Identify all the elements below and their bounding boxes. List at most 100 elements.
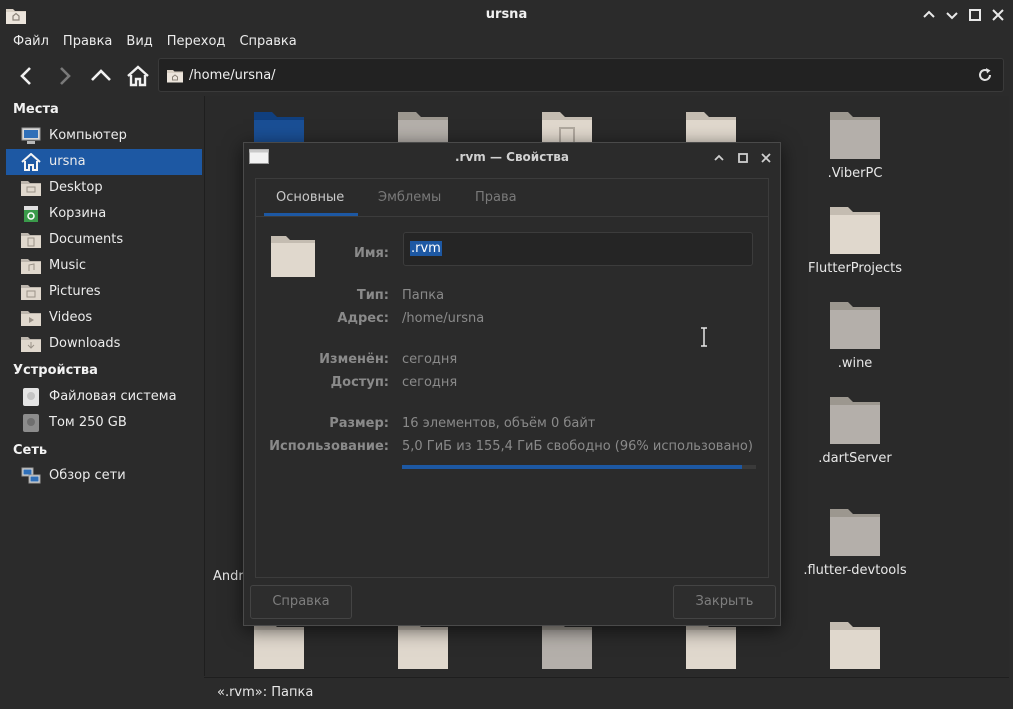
dialog-content: Основные Эмблемы Права Имя: .rvm Тип: Па…: [255, 178, 769, 578]
modified-label: Изменён:: [319, 352, 389, 367]
usage-value: 5,0 ГиБ из 155,4 ГиБ свободно (96% испол…: [402, 439, 753, 454]
menu-edit[interactable]: Правка: [56, 30, 119, 54]
file-name[interactable]: Andr: [213, 569, 244, 584]
menu-view[interactable]: Вид: [119, 30, 159, 54]
minimize-window-icon[interactable]: [713, 152, 725, 164]
videos-folder-icon: [21, 311, 41, 326]
name-label: Имя:: [353, 246, 389, 261]
help-button[interactable]: Справка: [250, 585, 352, 619]
type-value: Папка: [402, 288, 445, 303]
folder-icon: [830, 509, 880, 556]
sidebar-item-music[interactable]: Music: [6, 253, 202, 279]
sidebar-item-label: Обзор сети: [49, 468, 126, 483]
close-window-icon[interactable]: [991, 8, 1005, 22]
tab-general[interactable]: Основные: [276, 190, 344, 205]
folder-item[interactable]: .dartServer: [795, 393, 915, 466]
file-name: .dartServer: [818, 451, 892, 466]
trash-icon: [24, 206, 38, 222]
folder-item[interactable]: .flutter-devtools: [795, 505, 915, 578]
file-name: .ViberPC: [827, 166, 883, 181]
sidebar-item-label: Music: [49, 258, 86, 273]
name-input[interactable]: .rvm: [403, 232, 753, 266]
sidebar-item-computer[interactable]: Компьютер: [6, 123, 202, 149]
folder-item[interactable]: .wine: [795, 298, 915, 371]
name-value: .rvm: [410, 241, 442, 256]
folder-item[interactable]: FlutterProjects: [795, 203, 915, 276]
forward-icon[interactable]: [52, 64, 76, 88]
menu-help[interactable]: Справка: [232, 30, 303, 54]
tab-emblems[interactable]: Эмблемы: [378, 190, 441, 205]
window-titlebar[interactable]: ursna: [0, 0, 1013, 30]
sidebar-item-downloads[interactable]: Downloads: [6, 331, 202, 357]
menu-file[interactable]: Файл: [6, 30, 56, 54]
sidebar-item-ursna[interactable]: ursna: [6, 149, 202, 175]
access-value: сегодня: [402, 375, 458, 390]
network-heading: Сеть: [13, 443, 48, 458]
folder-icon: [271, 236, 315, 277]
places-heading: Места: [13, 102, 59, 117]
sidebar-item-network[interactable]: Обзор сети: [6, 463, 202, 489]
menubar: Файл Правка Вид Переход Справка: [0, 30, 1013, 54]
minimize-window-icon[interactable]: [922, 8, 936, 22]
pictures-folder-icon: [21, 285, 41, 300]
address-label: Адрес:: [337, 311, 389, 326]
sidebar: Места Компьютер ursna Desktop Корзина Do…: [0, 96, 203, 708]
close-window-icon[interactable]: [760, 152, 772, 164]
close-button[interactable]: Закрыть: [673, 585, 776, 619]
sidebar-item-label: ursna: [49, 154, 86, 169]
downloads-folder-icon: [21, 337, 41, 352]
devices-heading: Устройства: [13, 363, 98, 378]
up-icon[interactable]: [89, 64, 113, 88]
sidebar-item-label: Downloads: [49, 336, 121, 351]
sidebar-item-label: Pictures: [49, 284, 101, 299]
text-cursor-icon: [701, 327, 707, 347]
drive-icon: [23, 414, 39, 432]
home-icon: [21, 153, 41, 171]
back-icon[interactable]: [15, 64, 39, 88]
sidebar-item-label: Том 250 GB: [49, 415, 127, 430]
restore-window-icon[interactable]: [945, 8, 959, 22]
sidebar-item-volume[interactable]: Том 250 GB: [6, 410, 202, 436]
sidebar-item-trash[interactable]: Корзина: [6, 201, 202, 227]
sidebar-item-filesystem[interactable]: Файловая система: [6, 384, 202, 410]
tab-permissions[interactable]: Права: [475, 190, 517, 205]
dialog-titlebar[interactable]: .rvm — Свойства: [244, 143, 780, 171]
sidebar-item-label: Documents: [49, 232, 124, 247]
sidebar-item-label: Desktop: [49, 180, 103, 195]
maximize-window-icon[interactable]: [968, 8, 982, 22]
folder-icon: [830, 112, 880, 159]
status-text: «.rvm»: Папка: [217, 685, 314, 700]
folder-icon: [830, 302, 880, 349]
folder-item[interactable]: [795, 618, 915, 670]
properties-dialog: .rvm — Свойства Основные Эмблемы Права И…: [243, 142, 781, 626]
music-folder-icon: [21, 259, 41, 274]
type-label: Тип:: [356, 288, 389, 303]
home-folder-icon: [167, 70, 183, 83]
folder-item[interactable]: .ViberPC: [795, 108, 915, 181]
address-value: /home/ursna: [402, 311, 485, 326]
location-path[interactable]: /home/ursna/: [189, 68, 276, 83]
folder-icon: [830, 622, 880, 669]
sidebar-item-label: Компьютер: [49, 128, 127, 143]
sidebar-item-pictures[interactable]: Pictures: [6, 279, 202, 305]
sidebar-item-desktop[interactable]: Desktop: [6, 175, 202, 201]
folder-icon: [830, 207, 880, 254]
sidebar-item-label: Videos: [49, 310, 93, 325]
sidebar-item-videos[interactable]: Videos: [6, 305, 202, 331]
location-bar[interactable]: /home/ursna/: [158, 58, 1004, 92]
file-name: .flutter-devtools: [803, 563, 907, 578]
reload-icon[interactable]: [977, 67, 993, 83]
folder-icon: [830, 397, 880, 444]
menu-go[interactable]: Переход: [160, 30, 233, 54]
documents-folder-icon: [21, 233, 41, 248]
desktop-folder-icon: [21, 181, 41, 196]
file-name: .wine: [837, 356, 873, 371]
window-title: ursna: [485, 7, 528, 22]
usage-progress-bar: [402, 465, 756, 469]
modified-value: сегодня: [402, 352, 458, 367]
file-name: FlutterProjects: [807, 261, 903, 276]
size-value: 16 элементов, объём 0 байт: [402, 416, 596, 431]
maximize-window-icon[interactable]: [737, 152, 749, 164]
sidebar-item-documents[interactable]: Documents: [6, 227, 202, 253]
home-icon[interactable]: [126, 64, 150, 88]
